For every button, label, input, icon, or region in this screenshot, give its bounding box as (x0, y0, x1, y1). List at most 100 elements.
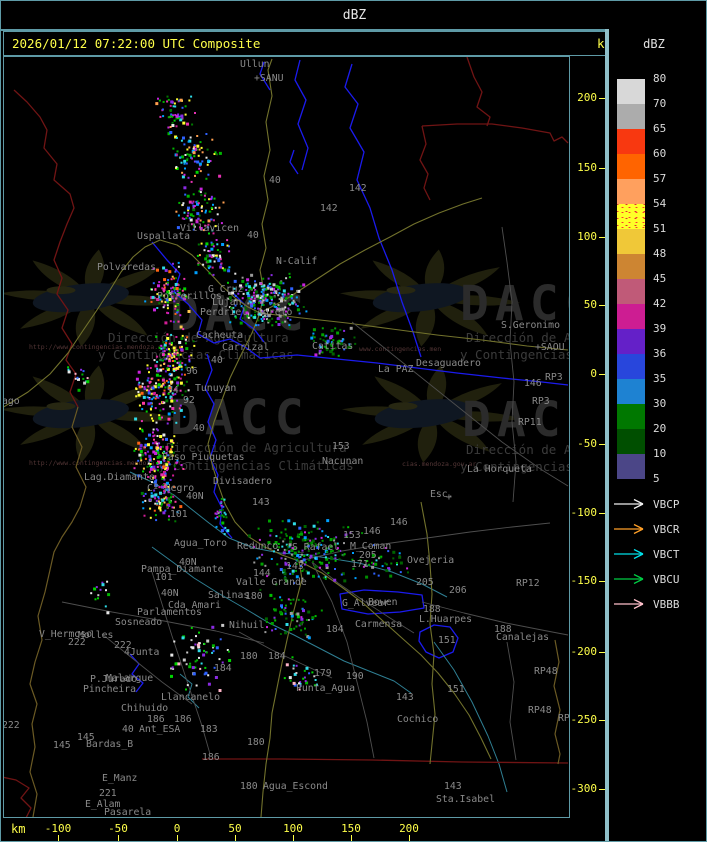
place-label: 101 (155, 572, 173, 583)
place-label: 222 (68, 637, 86, 648)
scale-label: 5 (653, 472, 660, 485)
right-axis: 200 150 100 50 0 -50 -100 -150 -200 -250 -300 (570, 56, 607, 817)
bottom-axis-tick (351, 835, 352, 841)
place-label: Agua_Escond (263, 781, 328, 792)
color-swatch (617, 179, 645, 204)
bottom-axis-label: 200 (399, 822, 419, 835)
place-label: 101 (170, 509, 188, 520)
legend-panel: dBZ 80 70 65 60 57 54 51 48 45 42 39 36 35 30 20 10 5 VBC… (609, 29, 706, 841)
place-label: 96 (186, 366, 198, 377)
place-label: Desaguadero (416, 358, 481, 369)
place-label: Paso_Piuquetas (162, 452, 245, 463)
right-axis-label: 100 (577, 230, 597, 243)
scale-label: 35 (653, 372, 667, 385)
place-label: RP (558, 713, 569, 724)
bottom-axis-label: 50 (228, 822, 242, 835)
color-swatch (617, 329, 645, 354)
right-axis-label: 50 (583, 298, 597, 311)
color-swatch (617, 229, 645, 254)
map-line (294, 59, 309, 171)
place-label: 142 (320, 203, 338, 214)
map-line (553, 639, 561, 765)
place-label: Tunuyan (195, 383, 236, 394)
place-label: RP11 (518, 417, 542, 428)
scale-label: 51 (653, 222, 667, 235)
place-label: Llancanelo (161, 692, 220, 703)
map-line (506, 641, 517, 761)
place-label: 143 (396, 692, 414, 703)
place-label: 206 (449, 585, 467, 596)
map-line (466, 57, 491, 127)
place-label: RP48 (528, 705, 552, 716)
place-label: Agrelo (257, 307, 292, 318)
place-label: L.Huarpes (419, 614, 472, 625)
scale-label: 42 (653, 297, 667, 310)
place-label: RP3 (532, 396, 550, 407)
dacc-text-watermark: DACC (462, 392, 569, 448)
place-label: Polvaredas (97, 262, 156, 273)
scale-label: 39 (653, 322, 667, 335)
place-label: S_Rafael (292, 542, 339, 553)
bottom-axis-label: -50 (108, 822, 128, 835)
vector-row: VBCP (613, 497, 705, 511)
place-label: Cacheuta (196, 330, 243, 341)
place-label: RP12 (516, 578, 540, 589)
right-axis-label: -150 (570, 574, 598, 587)
place-label: + (446, 492, 452, 503)
place-label: G_Cruz (208, 284, 243, 295)
place-label: 144 (253, 568, 271, 579)
place-label: 143 (286, 561, 304, 572)
scale-label: 45 (653, 272, 667, 285)
scale-label: 10 (653, 447, 667, 460)
bottom-km-label: km (11, 822, 26, 836)
window-title: dBZ (342, 7, 367, 23)
bottom-axis-tick (177, 835, 178, 841)
info-bar: 2026/01/12 07:22:00 UTC Composite km (3, 31, 621, 56)
vector-arrow-icon (614, 598, 644, 610)
place-label: 40N (186, 491, 204, 502)
place-label: 184 (326, 624, 344, 635)
color-swatch (617, 204, 645, 229)
map-line (419, 125, 431, 201)
place-label: 186 (202, 752, 220, 763)
place-label: 180 (240, 781, 258, 792)
title-bar: dBZ (1, 1, 706, 31)
bottom-axis-tick (235, 835, 236, 841)
place-label: 145 (53, 740, 71, 751)
right-axis-label: -100 (570, 506, 598, 519)
place-label: Uspallata (137, 231, 190, 242)
scale-label: 70 (653, 97, 667, 110)
place-label: 171 (351, 559, 369, 570)
radar-map-area: DACCDACCDACCDACCDirección de Agricultura… (3, 56, 570, 818)
vector-label: VBBB (653, 597, 680, 611)
bottom-axis-label: -100 (44, 822, 72, 835)
place-label: 4Junta (124, 647, 159, 658)
bottom-axis-tick (409, 835, 410, 841)
place-label: Canalejas (496, 632, 549, 643)
color-swatch (617, 454, 645, 479)
place-label: 40 (247, 230, 259, 241)
place-label: RP48 (534, 666, 558, 677)
place-label: 180 (247, 737, 265, 748)
place-label: Bowen (368, 597, 398, 608)
bottom-axis-tick (293, 835, 294, 841)
place-label: 143 (444, 781, 462, 792)
place-label: +SAOU (535, 342, 565, 353)
map-line (13, 89, 79, 408)
right-axis-label: 0 (590, 367, 597, 380)
place-label: 92 (183, 395, 195, 406)
place-label: 222 (4, 720, 20, 731)
place-label: Divisadero (213, 476, 272, 487)
place-label: 184 (214, 663, 232, 674)
place-label: 179 (314, 668, 332, 679)
bottom-axis-label: 0 (173, 822, 181, 835)
color-swatch (617, 104, 645, 129)
place-label: RP3 (545, 372, 563, 383)
map-line (202, 758, 569, 764)
color-swatch (617, 379, 645, 404)
place-label: 40N (161, 588, 179, 599)
timestamp-label: 2026/01/12 07:22:00 UTC Composite (12, 36, 261, 51)
vector-arrow-icon (614, 573, 644, 585)
place-label: Ullun (240, 59, 270, 70)
color-swatch (617, 254, 645, 279)
